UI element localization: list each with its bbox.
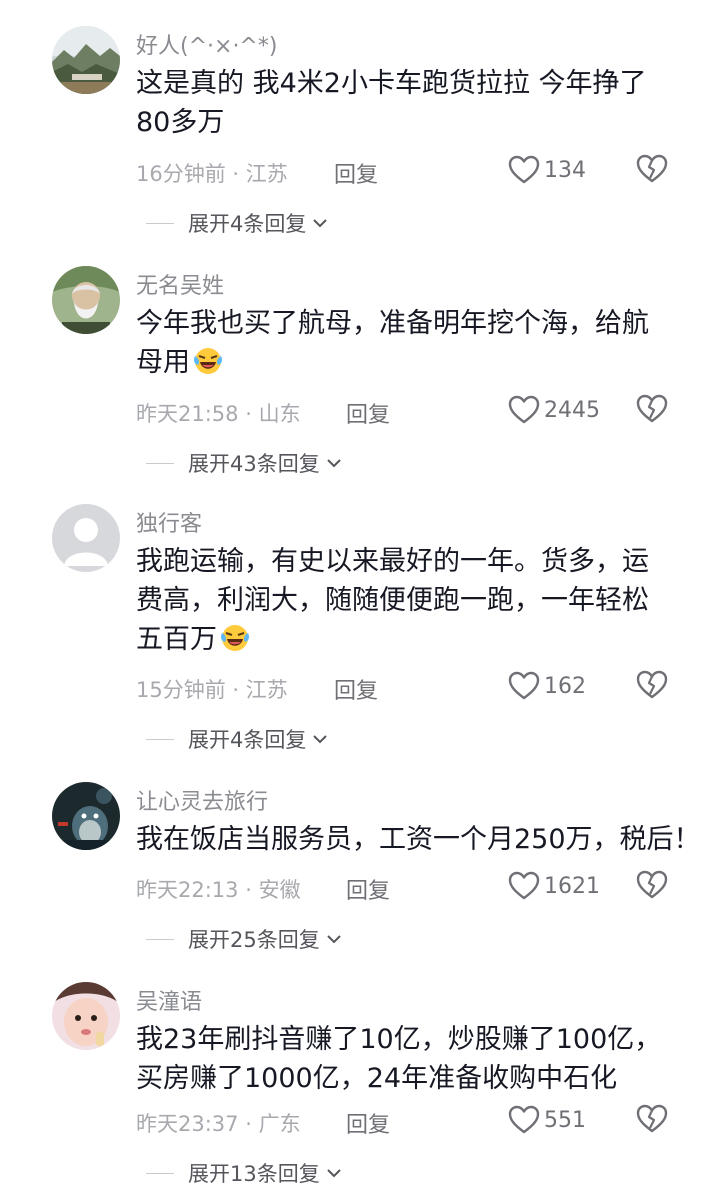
comment-text-line: 费高，利润大，随随便便跑一跑，一年轻松: [136, 585, 649, 616]
expand-replies-button[interactable]: 展开43条回复: [146, 448, 342, 478]
avatar[interactable]: [52, 982, 120, 1050]
comment-text: 我23年刷抖音赚了10亿，炒股赚了100亿， 买房赚了1000亿，24年准备收购…: [136, 1020, 676, 1098]
comment-meta: 16分钟前 · 江苏: [136, 158, 288, 188]
expand-replies-button[interactable]: 展开4条回复: [146, 208, 328, 238]
like-count: 1621: [544, 873, 600, 899]
chevron-down-icon: [327, 459, 341, 468]
meta-separator: ·: [245, 402, 259, 426]
broken-heart-icon: [636, 394, 668, 423]
username[interactable]: 无名吴姓: [136, 268, 224, 300]
reply-button[interactable]: 回复: [346, 873, 390, 905]
dislike-button[interactable]: [636, 1104, 668, 1136]
meta-separator: ·: [232, 678, 246, 702]
like-count: 134: [544, 157, 586, 183]
comment-meta: 昨天23:37 · 广东: [136, 1108, 301, 1138]
comment-time: 15分钟前: [136, 678, 226, 702]
chevron-down-icon: [313, 219, 328, 228]
comment-meta: 昨天22:13 · 安徽: [136, 874, 301, 904]
comment-text: 我在饭店当服务员，工资一个月250万，税后！: [136, 820, 701, 859]
avatar[interactable]: [52, 504, 120, 572]
heart-outline-icon: [508, 395, 540, 424]
expand-replies-label: 展开25条回复: [188, 928, 320, 952]
dislike-button[interactable]: [636, 870, 668, 902]
avatar[interactable]: [52, 266, 120, 334]
meta-separator: ·: [245, 878, 259, 902]
expand-replies-label: 展开4条回复: [188, 212, 307, 236]
comment-location: 江苏: [245, 678, 288, 702]
comment-text-line: 这是真的 我4米2小卡车跑货拉拉 今年挣了: [136, 68, 647, 99]
divider-line: [146, 1172, 174, 1174]
heart-outline-icon: [508, 155, 540, 184]
comment-text-line: 80多万: [136, 107, 225, 138]
expand-replies-label: 展开4条回复: [188, 728, 307, 752]
divider-line: [146, 938, 174, 940]
comment-text-line: 五百万: [136, 624, 217, 655]
chevron-down-icon: [327, 935, 341, 944]
expand-replies-label: 展开13条回复: [188, 1162, 320, 1186]
comment-text-line: 今年我也买了航母，准备明年挖个海，给航: [136, 308, 649, 339]
username[interactable]: 让心灵去旅行: [136, 784, 268, 816]
comment-location: 江苏: [245, 162, 288, 186]
avatar[interactable]: [52, 26, 120, 94]
comment-text: 这是真的 我4米2小卡车跑货拉拉 今年挣了 80多万: [136, 64, 676, 142]
expand-replies-label: 展开43条回复: [188, 452, 320, 476]
dislike-button[interactable]: [636, 670, 668, 702]
comment-text: 今年我也买了航母，准备明年挖个海，给航 母用: [136, 304, 676, 382]
like-button[interactable]: 2445: [508, 394, 600, 426]
comment-time: 16分钟前: [136, 162, 226, 186]
reply-button[interactable]: 回复: [334, 157, 378, 189]
comment-time: 昨天21:58: [136, 402, 239, 426]
broken-heart-icon: [636, 870, 668, 899]
broken-heart-icon: [636, 1104, 668, 1133]
avatar[interactable]: [52, 782, 120, 850]
comment-meta: 15分钟前 · 江苏: [136, 674, 288, 704]
divider-line: [146, 222, 174, 224]
comment-text: 我跑运输，有史以来最好的一年。货多，运 费高，利润大，随随便便跑一跑，一年轻松 …: [136, 542, 676, 659]
comment-location: 广东: [258, 1112, 301, 1136]
laughing-crying-emoji: [221, 625, 249, 651]
comment-location: 安徽: [258, 878, 301, 902]
broken-heart-icon: [636, 670, 668, 699]
heart-outline-icon: [508, 671, 540, 700]
like-button[interactable]: 1621: [508, 870, 600, 902]
divider-line: [146, 738, 174, 740]
expand-replies-button[interactable]: 展开4条回复: [146, 724, 328, 754]
comment-location: 山东: [258, 402, 301, 426]
like-count: 551: [544, 1107, 586, 1133]
dislike-button[interactable]: [636, 394, 668, 426]
expand-replies-button[interactable]: 展开13条回复: [146, 1158, 342, 1188]
like-button[interactable]: 134: [508, 154, 586, 186]
chevron-down-icon: [327, 1169, 341, 1178]
like-button[interactable]: 551: [508, 1104, 586, 1136]
expand-replies-button[interactable]: 展开25条回复: [146, 924, 342, 954]
heart-outline-icon: [508, 1105, 540, 1134]
broken-heart-icon: [636, 154, 668, 183]
like-count: 162: [544, 673, 586, 699]
chevron-down-icon: [313, 735, 328, 744]
comment-time: 昨天22:13: [136, 878, 239, 902]
reply-button[interactable]: 回复: [346, 397, 390, 429]
comment-meta: 昨天21:58 · 山东: [136, 398, 301, 428]
comment-text-line: 我跑运输，有史以来最好的一年。货多，运: [136, 546, 649, 577]
comment-text-line: 我23年刷抖音赚了10亿，炒股赚了100亿，: [136, 1024, 662, 1055]
heart-outline-icon: [508, 871, 540, 900]
username[interactable]: 独行客: [136, 506, 202, 538]
comment-text-line: 母用: [136, 347, 190, 378]
username[interactable]: 吴潼语: [136, 984, 202, 1016]
divider-line: [146, 462, 174, 464]
like-count: 2445: [544, 397, 600, 423]
meta-separator: ·: [245, 1112, 259, 1136]
comment-text-line: 买房赚了1000亿，24年准备收购中石化: [136, 1063, 618, 1094]
like-button[interactable]: 162: [508, 670, 586, 702]
comment-text-line: 我在饭店当服务员，工资一个月250万，税后！: [136, 824, 701, 855]
reply-button[interactable]: 回复: [346, 1107, 390, 1139]
dislike-button[interactable]: [636, 154, 668, 186]
comment-time: 昨天23:37: [136, 1112, 239, 1136]
laughing-crying-emoji: [194, 348, 222, 374]
username[interactable]: 好人(^·×·^*): [136, 28, 277, 60]
meta-separator: ·: [232, 162, 246, 186]
reply-button[interactable]: 回复: [334, 673, 378, 705]
